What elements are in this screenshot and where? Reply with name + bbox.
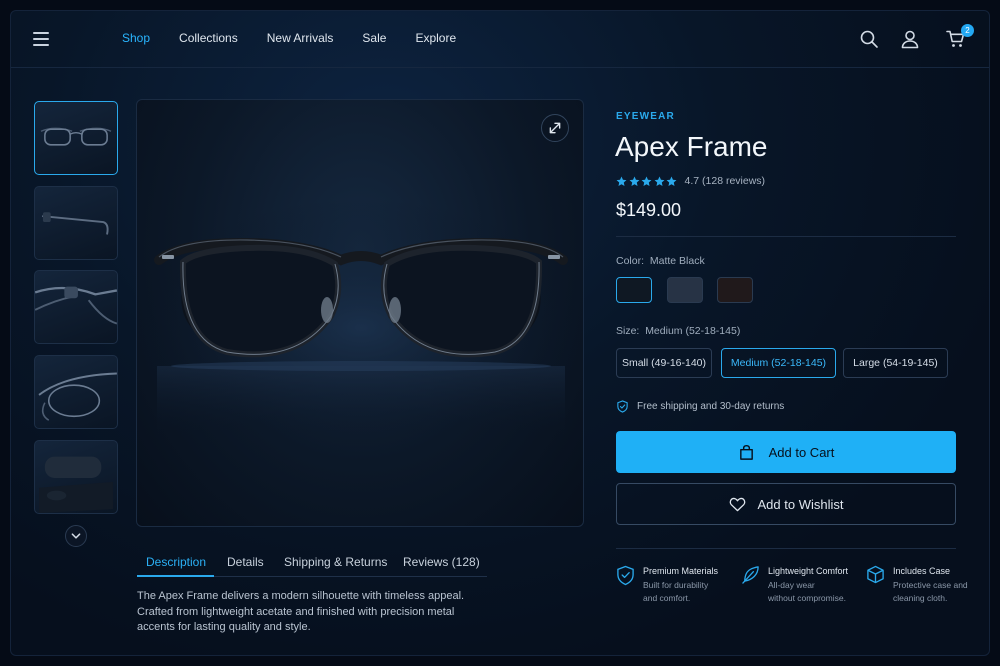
product-tabs: Description Details Shipping & Returns R…	[137, 551, 487, 577]
product-rating: 4.7 (128 reviews)	[616, 174, 765, 188]
active-tab-indicator	[137, 575, 214, 577]
shipping-note: Free shipping and 30-day returns	[616, 400, 784, 413]
color-swatch-tortoise[interactable]	[717, 277, 753, 303]
expand-image-button[interactable]	[541, 114, 569, 142]
nav-link-collections[interactable]: Collections	[179, 31, 238, 45]
shield-icon	[617, 565, 634, 586]
divider	[616, 548, 956, 549]
box-icon	[867, 565, 884, 584]
main-product-image	[136, 99, 584, 527]
menu-icon[interactable]	[33, 32, 49, 46]
star-icon	[616, 176, 627, 186]
add-to-cart-button[interactable]: Add to Cart	[616, 431, 956, 473]
thumbnail-front[interactable]	[34, 101, 118, 175]
nav-links: Shop Collections New Arrivals Sale Explo…	[122, 31, 485, 45]
thumbnail-case[interactable]	[34, 440, 118, 514]
size-large-button[interactable]: Large (54-19-145)	[843, 348, 948, 378]
feature-includes-case: Includes Case Protective case and cleani…	[866, 565, 968, 605]
tab-details[interactable]: Details	[227, 555, 264, 569]
color-value: Matte Black	[649, 255, 705, 267]
size-small-button[interactable]: Small (49-16-140)	[616, 348, 712, 378]
product-description: The Apex Frame delivers a modern silhoue…	[137, 590, 465, 633]
feature-premium-materials: Premium Materials Built for durability a…	[616, 565, 718, 605]
heart-icon	[729, 497, 745, 511]
size-label: Size: Medium (52-18-145)	[616, 325, 741, 337]
feature-lightweight-comfort: Lightweight Comfort All-day wear without…	[741, 565, 848, 605]
cart-count-badge: 2	[961, 24, 974, 37]
glasses-image	[137, 185, 583, 445]
product-price: $149.00	[616, 200, 682, 220]
color-swatch-slate[interactable]	[667, 277, 703, 303]
tab-shipping-returns[interactable]: Shipping & Returns	[284, 555, 387, 569]
nav-link-shop[interactable]: Shop	[122, 31, 150, 45]
thumbnail-hinge-detail[interactable]	[34, 270, 118, 344]
tab-reviews[interactable]: Reviews (128)	[403, 555, 480, 569]
product-category: EYEWEAR	[616, 111, 675, 122]
product-page: Shop Collections New Arrivals Sale Explo…	[10, 10, 990, 656]
star-icon	[654, 176, 664, 186]
tab-description[interactable]: Description	[146, 555, 206, 569]
nav-link-new-arrivals[interactable]: New Arrivals	[267, 31, 334, 45]
rating-text: 4.7 (128 reviews)	[684, 175, 766, 187]
star-icon	[666, 176, 677, 186]
star-icon	[629, 176, 639, 186]
feather-icon	[742, 566, 759, 584]
nav-link-explore[interactable]: Explore	[415, 31, 456, 45]
shopping-bag-icon	[739, 444, 753, 460]
divider	[616, 236, 956, 237]
star-icon	[641, 176, 652, 186]
color-label: Color: Matte Black	[616, 255, 705, 267]
nav-link-sale[interactable]: Sale	[362, 31, 386, 45]
expand-icon	[549, 122, 561, 134]
color-swatch-matte-black[interactable]	[616, 277, 652, 303]
thumbnails-scroll-down-button[interactable]	[65, 525, 87, 547]
user-icon[interactable]	[900, 29, 920, 49]
shield-check-icon	[617, 400, 628, 413]
product-title: Apex Frame	[615, 131, 768, 162]
thumbnail-side[interactable]	[34, 186, 118, 260]
chevron-down-icon	[71, 533, 81, 539]
size-value: Medium (52-18-145)	[645, 325, 741, 337]
top-nav: Shop Collections New Arrivals Sale Explo…	[11, 11, 989, 68]
search-icon[interactable]	[859, 29, 879, 49]
add-to-wishlist-button[interactable]: Add to Wishlist	[616, 483, 956, 525]
size-medium-button[interactable]: Medium (52-18-145)	[721, 348, 836, 378]
thumbnail-angle[interactable]	[34, 355, 118, 429]
